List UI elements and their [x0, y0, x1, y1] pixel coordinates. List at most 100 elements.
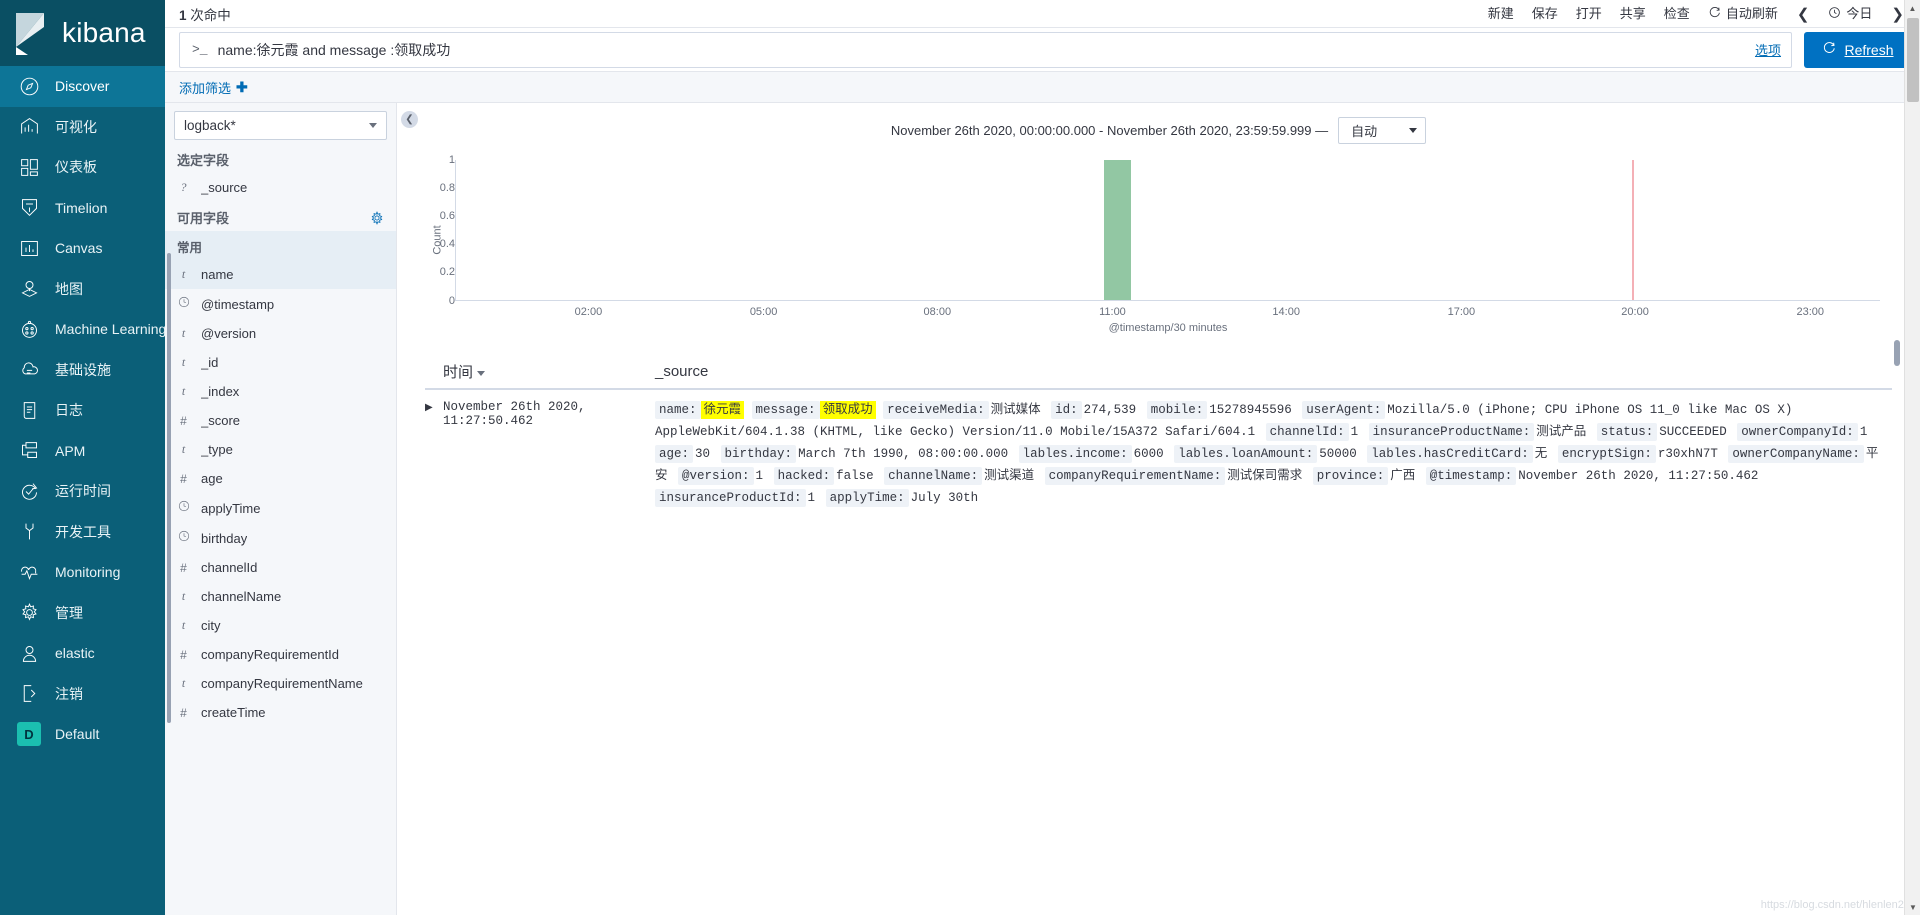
field-name: @timestamp	[201, 296, 275, 312]
sidebar-item-monitoring[interactable]: Monitoring	[0, 552, 165, 593]
sidebar-item-logout[interactable]: 注销	[0, 674, 165, 715]
save-button[interactable]: 保存	[1523, 7, 1567, 20]
scroll-down-arrow-icon[interactable]: ▼	[1905, 899, 1920, 915]
sidebar-item-dashboard[interactable]: 仪表板	[0, 147, 165, 188]
sidebar-item-label: 地图	[55, 280, 83, 297]
field-name: _source	[201, 180, 248, 195]
sidebar-item-maps[interactable]: 地图	[0, 269, 165, 310]
user-icon	[17, 641, 41, 665]
column-header-label: 时间	[443, 364, 474, 381]
sidebar-item-space-default[interactable]: D Default	[0, 714, 165, 755]
query-options-link[interactable]: 选项	[1755, 40, 1781, 59]
x-tick: 17:00	[1447, 306, 1476, 318]
row-source-cell: name: 徐元霞 message: 领取成功 receiveMedia: 测试媒体 …	[655, 399, 1892, 509]
source-value: 无	[1534, 447, 1548, 461]
field-item-score[interactable]: # _score	[165, 406, 396, 435]
source-value: March 7th 1990, 08:00:00.000	[798, 447, 1009, 461]
field-item-timestamp[interactable]: @timestamp	[165, 289, 396, 319]
interval-select[interactable]: 自动	[1338, 117, 1427, 144]
field-item-index[interactable]: t _index	[165, 377, 396, 406]
field-item-createtime[interactable]: # createTime	[165, 698, 396, 727]
x-tick: 08:00	[923, 306, 952, 318]
auto-refresh-button[interactable]: 自动刷新	[1699, 6, 1787, 21]
field-item-applytime[interactable]: applyTime	[165, 493, 396, 523]
source-key: channelId:	[1265, 423, 1349, 441]
field-item-channelname[interactable]: t channelName	[165, 582, 396, 611]
sidebar-item-dev-tools[interactable]: 开发工具	[0, 512, 165, 553]
available-fields-title: 可用字段	[165, 202, 396, 231]
field-item-companyrequirementname[interactable]: t companyRequirementName	[165, 669, 396, 698]
field-item-name[interactable]: t name	[165, 260, 396, 289]
index-pattern-select[interactable]: logback*	[174, 111, 387, 140]
time-prev-button[interactable]: ❮	[1787, 5, 1820, 23]
scrollbar-thumb[interactable]	[1907, 18, 1919, 102]
sidebar-item-label: Machine Learning	[55, 321, 165, 338]
refresh-button[interactable]: Refresh	[1804, 31, 1912, 68]
field-name: applyTime	[201, 500, 261, 516]
search-input-wrapper[interactable]: >_ name:徐元霞 and message :领取成功 选项	[179, 31, 1792, 68]
inspect-button[interactable]: 检查	[1655, 7, 1699, 20]
field-panel-scrollbar[interactable]	[167, 253, 171, 723]
field-settings-gear-icon[interactable]	[370, 210, 384, 225]
field-item-source[interactable]: ? _source	[165, 173, 396, 202]
field-name: age	[201, 471, 223, 486]
field-item-birthday[interactable]: birthday	[165, 523, 396, 553]
logs-icon	[17, 398, 41, 422]
refresh-cycle-icon	[1708, 6, 1721, 21]
expand-row-button[interactable]: ▶	[425, 399, 443, 509]
time-quick-select-button[interactable]: 今日	[1819, 6, 1881, 21]
primary-sidebar: kibana Discover 可视化 仪表板 Timelion Canvas …	[0, 0, 165, 915]
column-header-time[interactable]: 时间	[425, 361, 655, 382]
field-item-type[interactable]: t _type	[165, 435, 396, 464]
sidebar-item-management[interactable]: 管理	[0, 593, 165, 634]
source-key: ownerCompanyId:	[1737, 423, 1858, 441]
time-marker-line	[1632, 160, 1634, 300]
field-name: birthday	[201, 530, 248, 546]
sidebar-item-apm[interactable]: APM	[0, 431, 165, 472]
source-key: @timestamp:	[1425, 467, 1517, 485]
field-item-id[interactable]: t _id	[165, 348, 396, 377]
chevron-down-icon	[369, 123, 377, 128]
source-value: 274,539	[1083, 403, 1137, 417]
sidebar-item-canvas[interactable]: Canvas	[0, 228, 165, 269]
sidebar-item-machine-learning[interactable]: Machine Learning	[0, 309, 165, 350]
sidebar-nav: Discover 可视化 仪表板 Timelion Canvas 地图 Mach…	[0, 66, 165, 915]
field-item-version[interactable]: t @version	[165, 319, 396, 348]
sidebar-item-user[interactable]: elastic	[0, 633, 165, 674]
sidebar-item-timelion[interactable]: Timelion	[0, 188, 165, 229]
infrastructure-icon	[17, 358, 41, 382]
x-tick: 11:00	[1099, 306, 1126, 318]
space-badge-letter: D	[17, 722, 41, 747]
field-item-channelid[interactable]: # channelId	[165, 553, 396, 582]
field-item-companyrequirementid[interactable]: # companyRequirementId	[165, 640, 396, 669]
sidebar-item-visualize[interactable]: 可视化	[0, 107, 165, 148]
add-filter-button[interactable]: 添加筛选 ✚	[179, 78, 248, 97]
window-vertical-scrollbar[interactable]: ▲ ▼	[1904, 0, 1920, 915]
sidebar-item-discover[interactable]: Discover	[0, 66, 165, 107]
logout-icon	[17, 682, 41, 706]
field-item-city[interactable]: t city	[165, 611, 396, 640]
selected-fields-title: 选定字段	[165, 144, 396, 173]
sidebar-item-label: Discover	[55, 78, 110, 95]
source-key: mobile:	[1146, 401, 1208, 419]
sidebar-item-logs[interactable]: 日志	[0, 390, 165, 431]
query-prompt-icon: >_	[192, 42, 208, 57]
field-item-age[interactable]: # age	[165, 464, 396, 493]
scroll-up-arrow-icon[interactable]: ▲	[1905, 0, 1920, 16]
collapse-sidebar-button[interactable]: ❮	[401, 111, 418, 128]
kibana-discover-app: kibana Discover 可视化 仪表板 Timelion Canvas …	[0, 0, 1920, 915]
source-value: 测试媒体	[990, 403, 1041, 417]
search-input[interactable]: name:徐元霞 and message :领取成功	[218, 40, 1745, 60]
sort-caret-icon	[477, 371, 486, 376]
histogram-bar[interactable]	[1103, 160, 1131, 300]
results-vertical-scrollbar[interactable]	[1894, 340, 1900, 366]
sidebar-item-uptime[interactable]: 运行时间	[0, 471, 165, 512]
source-value: 领取成功	[819, 401, 876, 419]
new-button[interactable]: 新建	[1479, 7, 1523, 20]
field-type-date-icon	[177, 530, 190, 546]
brand-header[interactable]: kibana	[0, 0, 165, 66]
open-button[interactable]: 打开	[1567, 7, 1611, 20]
x-axis-label: @timestamp/30 minutes	[1108, 322, 1228, 334]
share-button[interactable]: 共享	[1611, 7, 1655, 20]
sidebar-item-infrastructure[interactable]: 基础设施	[0, 350, 165, 391]
